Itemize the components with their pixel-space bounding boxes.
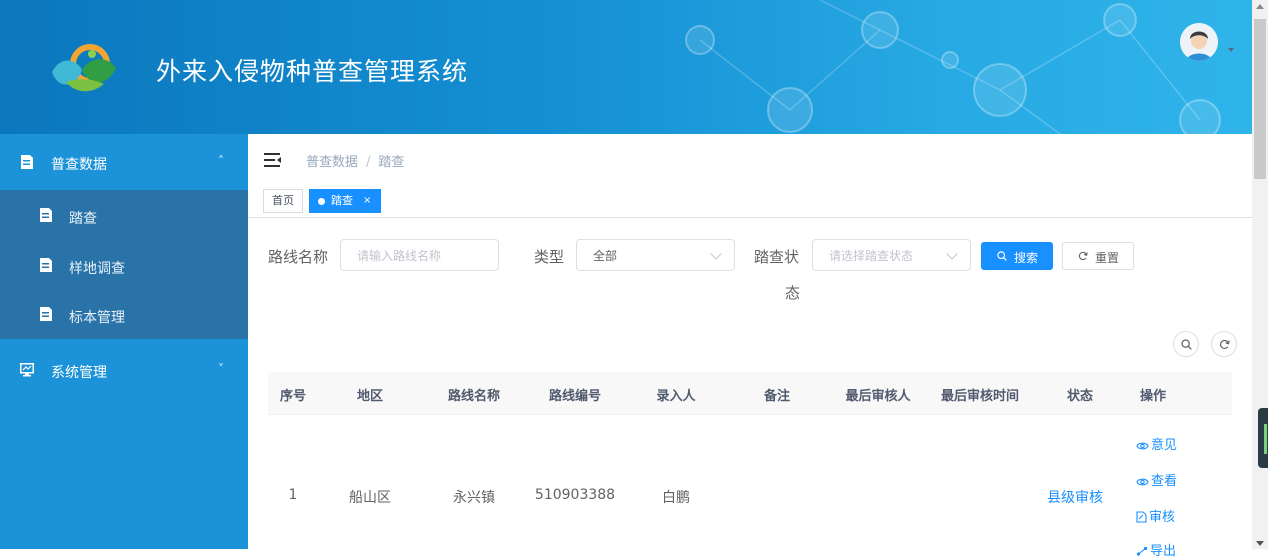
breadcrumb: 普查数据 / 踏查	[306, 151, 404, 170]
refresh-icon	[1219, 339, 1230, 349]
sidebar-group-census-data[interactable]: 普查数据 ˄	[0, 134, 248, 190]
eye-icon	[1136, 478, 1149, 486]
type-label: 类型	[534, 248, 565, 266]
opinion-action-link[interactable]: 意见	[1136, 434, 1177, 453]
sidebar-item-label: 样地调查	[69, 261, 125, 277]
navbar: 普查数据 / 踏查	[248, 134, 1252, 185]
review-action-label: 审核	[1149, 510, 1176, 525]
sidebar-item-plot-survey[interactable]: 样地调查	[0, 240, 248, 290]
search-icon	[1181, 339, 1192, 350]
cell-status-link[interactable]: 县级审核	[1047, 487, 1103, 507]
document-icon	[21, 155, 33, 169]
reset-button[interactable]: 重置	[1062, 242, 1134, 270]
document-icon	[40, 208, 52, 222]
cell-route-code: 510903388	[534, 487, 616, 503]
cell-route-name: 永兴镇	[453, 490, 495, 506]
search-button-label: 搜索	[1014, 251, 1039, 265]
sidebar-item-label: 标本管理	[69, 310, 125, 326]
sidebar-item-label: 踏查	[69, 211, 97, 227]
view-action-label: 查看	[1151, 474, 1178, 489]
eye-icon	[1136, 442, 1149, 450]
survey-status-label-wrap: 态	[785, 284, 801, 302]
scroll-up-arrow-icon[interactable]	[1256, 4, 1264, 9]
column-header: 路线名称	[447, 389, 501, 404]
sidebar-item-specimen-management[interactable]: 标本管理	[0, 289, 248, 339]
scroll-down-arrow-icon[interactable]	[1256, 541, 1264, 546]
refresh-table-button[interactable]	[1211, 331, 1237, 357]
sidebar: 普查数据 ˄ 踏查 样地调查 标本管理 系统管理 ˅	[0, 134, 248, 549]
chevron-down-icon: ˅	[218, 362, 224, 376]
share-icon	[1136, 546, 1148, 556]
app-logo	[52, 44, 116, 92]
cell-region: 船山区	[349, 490, 391, 506]
column-header: 最后审核人	[845, 389, 911, 404]
floating-side-widget[interactable]	[1258, 408, 1268, 468]
cell-entered-by: 白鹏	[662, 490, 690, 506]
tab-label: 踏查	[331, 194, 353, 207]
search-icon	[997, 251, 1007, 261]
chevron-down-icon	[710, 248, 722, 260]
app-header: 外来入侵物种普查管理系统	[0, 0, 1252, 134]
refresh-icon	[1078, 251, 1088, 261]
column-header: 录入人	[656, 389, 696, 404]
view-action-link[interactable]: 查看	[1136, 470, 1177, 489]
type-select-value: 全部	[593, 249, 618, 263]
sidebar-submenu: 踏查 样地调查 标本管理	[0, 190, 248, 339]
tags-view: 首页 踏查 ×	[248, 184, 1252, 218]
survey-status-placeholder: 请选择踏查状态	[829, 249, 914, 263]
table-header: 序号 地区 路线名称 路线编号 录入人 备注 最后审核人 最后审核时间 状态 操…	[268, 372, 1232, 415]
tab-survey[interactable]: 踏查 ×	[309, 189, 381, 213]
review-action-link[interactable]: 审核	[1136, 506, 1175, 525]
chevron-up-icon: ˄	[218, 154, 224, 168]
user-avatar-icon	[1180, 23, 1218, 61]
reset-button-label: 重置	[1095, 251, 1120, 265]
route-name-placeholder: 请输入路线名称	[357, 249, 442, 263]
column-header: 状态	[1066, 389, 1094, 404]
export-action-label: 导出	[1150, 544, 1177, 559]
breadcrumb-item[interactable]: 普查数据	[306, 155, 358, 170]
column-header: 序号	[279, 389, 307, 404]
sidebar-item-survey[interactable]: 踏查	[0, 190, 248, 240]
column-header: 路线编号	[548, 389, 602, 404]
close-icon[interactable]: ×	[363, 189, 371, 213]
avatar-dropdown-caret-icon[interactable]	[1228, 48, 1234, 52]
search-button[interactable]: 搜索	[981, 242, 1053, 270]
tab-home[interactable]: 首页	[263, 189, 303, 213]
sidebar-group-system-management[interactable]: 系统管理 ˅	[0, 342, 248, 398]
route-name-label: 路线名称	[268, 248, 329, 266]
hamburger-menu-icon[interactable]	[264, 152, 282, 168]
survey-status-label: 踏查状	[754, 248, 800, 266]
document-icon	[40, 258, 52, 272]
chevron-down-icon	[946, 248, 958, 260]
scrollbar-thumb[interactable]	[1254, 19, 1266, 179]
user-avatar[interactable]	[1180, 23, 1218, 61]
breadcrumb-item: 踏查	[378, 155, 405, 170]
type-select[interactable]: 全部	[576, 239, 735, 271]
app-title: 外来入侵物种普查管理系统	[156, 57, 469, 86]
route-name-input[interactable]: 请输入路线名称	[340, 239, 499, 271]
widget-indicator-icon	[1264, 424, 1267, 454]
sidebar-group-label: 系统管理	[51, 365, 107, 381]
active-dot-icon	[318, 198, 325, 205]
column-header: 地区	[356, 389, 384, 404]
column-header: 最后审核时间	[940, 389, 1020, 404]
cell-index: 1	[288, 487, 298, 503]
edit-document-icon	[1136, 511, 1147, 523]
survey-status-select[interactable]: 请选择踏查状态	[812, 239, 971, 271]
sidebar-group-label: 普查数据	[51, 157, 107, 173]
column-header: 操作	[1139, 389, 1167, 404]
opinion-action-label: 意见	[1151, 438, 1178, 453]
column-header: 备注	[763, 389, 791, 404]
toggle-search-button[interactable]	[1173, 331, 1199, 357]
breadcrumb-separator: /	[366, 155, 371, 170]
document-icon	[40, 307, 52, 321]
monitor-icon	[20, 363, 34, 377]
export-action-link[interactable]: 导出	[1136, 540, 1176, 559]
